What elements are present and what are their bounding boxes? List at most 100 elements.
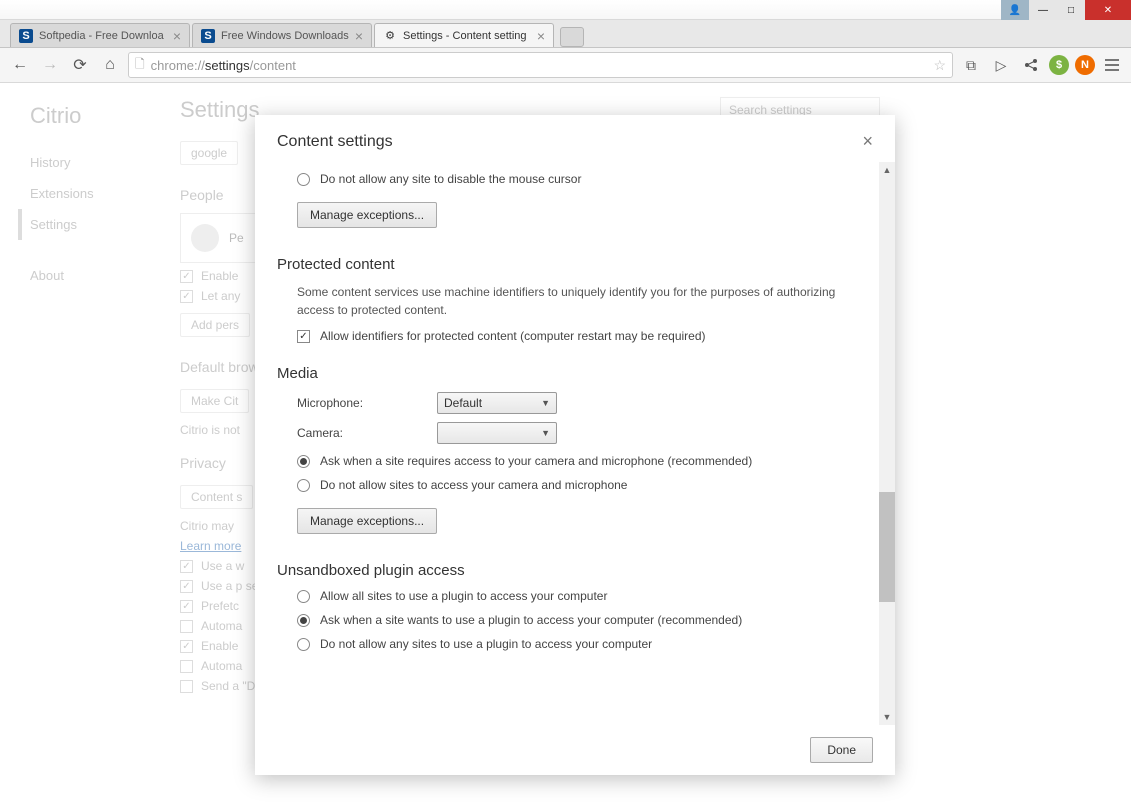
protected-content-desc: Some content services use machine identi… xyxy=(297,283,873,319)
tab-close-icon[interactable]: × xyxy=(355,28,363,44)
hamburger-menu-icon[interactable] xyxy=(1101,59,1123,71)
person-label: Pe xyxy=(229,231,244,245)
dialog-title: Content settings xyxy=(277,133,393,151)
radio-label: Do not allow any site to disable the mou… xyxy=(320,172,581,186)
checkbox-icon[interactable]: ✓ xyxy=(180,640,193,653)
extension-dollar-icon[interactable]: $ xyxy=(1049,55,1069,75)
priv-opt-label: Automa xyxy=(201,619,242,633)
radio-label: Do not allow sites to access your camera… xyxy=(320,478,627,492)
tab-settings[interactable]: ⚙ Settings - Content setting × xyxy=(374,23,554,47)
play-icon[interactable]: ▷ xyxy=(989,53,1013,77)
checkbox-icon[interactable] xyxy=(180,660,193,673)
plugin-allow-radio[interactable]: Allow all sites to use a plugin to acces… xyxy=(297,589,873,603)
plugin-ask-radio[interactable]: Ask when a site wants to use a plugin to… xyxy=(297,613,873,627)
radio-icon xyxy=(297,590,310,603)
camera-select[interactable]: ▼ xyxy=(437,422,557,444)
camera-row: Camera: ▼ xyxy=(297,422,873,444)
avatar-icon xyxy=(191,224,219,252)
tab-close-icon[interactable]: × xyxy=(537,28,545,44)
manage-exceptions-button[interactable]: Manage exceptions... xyxy=(297,508,437,534)
microphone-label: Microphone: xyxy=(297,396,417,410)
extension-n-icon[interactable]: N xyxy=(1075,55,1095,75)
checkbox-icon[interactable]: ✓ xyxy=(180,290,193,303)
radio-icon xyxy=(297,638,310,651)
new-tab-button[interactable] xyxy=(560,27,584,47)
tab-title: Free Windows Downloads xyxy=(221,30,349,42)
dialog-footer: Done xyxy=(255,725,895,775)
scrollbar-thumb[interactable] xyxy=(879,492,895,602)
protected-identifiers-checkbox[interactable]: Allow identifiers for protected content … xyxy=(297,329,873,343)
tab-close-icon[interactable]: × xyxy=(173,28,181,44)
radio-label: Do not allow any sites to use a plugin t… xyxy=(320,637,652,651)
address-bar[interactable]: 🗋 chrome://settings/content ☆ xyxy=(128,52,953,78)
tab-free-windows[interactable]: S Free Windows Downloads × xyxy=(192,23,372,47)
brand-label: Citrio xyxy=(30,103,150,129)
tab-title: Softpedia - Free Downloa xyxy=(39,30,167,42)
softpedia-favicon-icon: S xyxy=(201,29,215,43)
window-minimize-button[interactable]: — xyxy=(1029,0,1057,20)
radio-icon xyxy=(297,479,310,492)
priv-opt-label: Prefetc xyxy=(201,599,239,613)
tab-strip: S Softpedia - Free Downloa × S Free Wind… xyxy=(0,20,1131,48)
checkbox-icon[interactable]: ✓ xyxy=(180,270,193,283)
checkbox-label: Allow identifiers for protected content … xyxy=(320,329,706,343)
protected-content-heading: Protected content xyxy=(277,256,873,273)
settings-sidebar: Citrio History Extensions Settings About xyxy=(0,83,160,808)
chevron-down-icon: ▼ xyxy=(541,398,550,408)
scrollbar-track[interactable]: ▲ ▼ xyxy=(879,162,895,725)
startup-google-button[interactable]: google xyxy=(180,141,238,165)
media-deny-radio[interactable]: Do not allow sites to access your camera… xyxy=(297,478,873,492)
sidebar-item-about[interactable]: About xyxy=(30,260,150,291)
add-person-button[interactable]: Add pers xyxy=(180,313,250,337)
tab-title: Settings - Content setting xyxy=(403,30,531,42)
cursor-disable-radio[interactable]: Do not allow any site to disable the mou… xyxy=(297,172,873,186)
window-titlebar: 👤 — □ ✕ xyxy=(0,0,1131,20)
share-icon[interactable] xyxy=(1019,53,1043,77)
sidebar-item-settings[interactable]: Settings xyxy=(18,209,150,240)
user-menu-button[interactable]: 👤 xyxy=(1001,0,1029,20)
radio-label: Ask when a site wants to use a plugin to… xyxy=(320,613,742,627)
learn-more-link[interactable]: Learn more xyxy=(180,539,241,553)
checkbox-icon[interactable]: ✓ xyxy=(180,600,193,613)
page-icon: 🗋 xyxy=(135,55,145,76)
content-settings-dialog: Content settings × Do not allow any site… xyxy=(255,115,895,775)
priv-opt-label: Enable xyxy=(201,639,238,653)
manage-exceptions-button[interactable]: Manage exceptions... xyxy=(297,202,437,228)
tab-softpedia[interactable]: S Softpedia - Free Downloa × xyxy=(10,23,190,47)
back-button[interactable]: ← xyxy=(8,53,32,77)
sidebar-item-history[interactable]: History xyxy=(30,147,150,178)
priv-opt-label: Use a w xyxy=(201,559,244,573)
radio-label: Allow all sites to use a plugin to acces… xyxy=(320,589,607,603)
select-value: Default xyxy=(444,396,482,410)
checkbox-icon[interactable] xyxy=(180,620,193,633)
browser-toolbar: ← → ⟳ ⌂ 🗋 chrome://settings/content ☆ ⧉ … xyxy=(0,48,1131,83)
priv-opt-label: Automa xyxy=(201,659,242,673)
plugin-heading: Unsandboxed plugin access xyxy=(277,562,873,579)
let-anyone-label: Let any xyxy=(201,289,240,303)
window-maximize-button[interactable]: □ xyxy=(1057,0,1085,20)
checkbox-icon[interactable]: ✓ xyxy=(180,580,193,593)
softpedia-favicon-icon: S xyxy=(19,29,33,43)
scroll-up-icon[interactable]: ▲ xyxy=(879,162,895,178)
bookmark-star-icon[interactable]: ☆ xyxy=(933,57,946,74)
download-icon[interactable]: ⧉ xyxy=(959,53,983,77)
make-default-button[interactable]: Make Cit xyxy=(180,389,249,413)
done-button[interactable]: Done xyxy=(810,737,873,763)
microphone-select[interactable]: Default ▼ xyxy=(437,392,557,414)
chevron-down-icon: ▼ xyxy=(541,428,550,438)
window-close-button[interactable]: ✕ xyxy=(1085,0,1131,20)
media-ask-radio[interactable]: Ask when a site requires access to your … xyxy=(297,454,873,468)
microphone-row: Microphone: Default ▼ xyxy=(297,392,873,414)
checkbox-icon[interactable]: ✓ xyxy=(180,560,193,573)
content-settings-button[interactable]: Content s xyxy=(180,485,253,509)
plugin-deny-radio[interactable]: Do not allow any sites to use a plugin t… xyxy=(297,637,873,651)
home-button[interactable]: ⌂ xyxy=(98,53,122,77)
dialog-body: Do not allow any site to disable the mou… xyxy=(255,162,895,725)
checkbox-icon[interactable] xyxy=(180,680,193,693)
dialog-close-button[interactable]: × xyxy=(862,131,873,152)
sidebar-item-extensions[interactable]: Extensions xyxy=(30,178,150,209)
reload-button[interactable]: ⟳ xyxy=(68,53,92,77)
url-text: chrome://settings/content xyxy=(151,58,928,73)
forward-button[interactable]: → xyxy=(38,53,62,77)
scroll-down-icon[interactable]: ▼ xyxy=(879,709,895,725)
